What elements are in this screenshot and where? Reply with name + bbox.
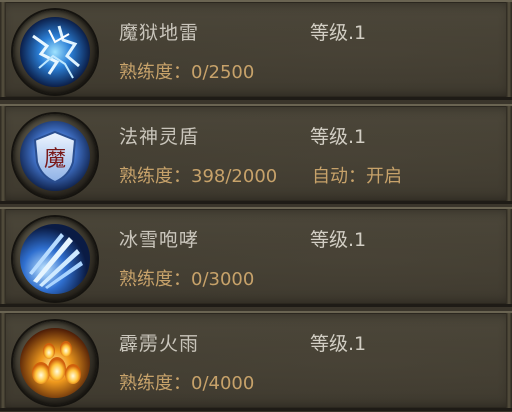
proficiency-value: 0/2500 bbox=[191, 62, 255, 83]
proficiency-label: 熟练度： bbox=[119, 62, 191, 83]
skill-row-magic-shield[interactable]: 魔 法神灵盾 等级.1 熟练度：398/2000 自动：开启 bbox=[0, 104, 512, 204]
fire-rain-icon bbox=[20, 328, 90, 398]
skill-name: 冰雪咆哮 bbox=[119, 229, 200, 251]
skill-proficiency: 熟练度：398/2000 bbox=[119, 162, 277, 188]
proficiency-value: 0/4000 bbox=[191, 373, 255, 394]
lightning-icon bbox=[20, 17, 90, 87]
skill-level: 等级.1 bbox=[310, 229, 367, 251]
skill-name: 法神灵盾 bbox=[119, 126, 200, 148]
proficiency-label: 熟练度： bbox=[119, 373, 191, 394]
skill-level: 等级.1 bbox=[310, 126, 367, 148]
proficiency-value: 398/2000 bbox=[191, 166, 278, 187]
skill-row-lightning-mine[interactable]: 魔狱地雷 等级.1 熟练度：0/2500 bbox=[0, 0, 512, 100]
skill-list: 魔狱地雷 等级.1 熟练度：0/2500 魔 法神灵盾 等级.1 熟练度：398… bbox=[0, 0, 512, 412]
proficiency-label: 熟练度： bbox=[119, 269, 191, 290]
skill-row-fire-rain[interactable]: 霹雳火雨 等级.1 熟练度：0/4000 bbox=[0, 311, 512, 411]
ice-shards-icon bbox=[20, 224, 90, 294]
skill-proficiency: 熟练度：0/2500 bbox=[119, 58, 254, 84]
skill-level: 等级.1 bbox=[310, 333, 367, 355]
magic-shield-icon: 魔 bbox=[20, 121, 90, 191]
auto-value: 开启 bbox=[366, 166, 402, 187]
auto-label: 自动： bbox=[312, 166, 366, 187]
skill-icon-frame[interactable] bbox=[13, 321, 97, 405]
skill-level: 等级.1 bbox=[310, 22, 367, 44]
proficiency-value: 0/3000 bbox=[191, 269, 255, 290]
skill-name: 魔狱地雷 bbox=[119, 22, 200, 44]
skill-proficiency: 熟练度：0/4000 bbox=[119, 369, 254, 395]
shield-glyph: 魔 bbox=[44, 147, 66, 172]
skill-icon-frame[interactable] bbox=[13, 10, 97, 94]
skill-proficiency: 熟练度：0/3000 bbox=[119, 265, 254, 291]
skill-name: 霹雳火雨 bbox=[119, 333, 200, 355]
skill-icon-frame[interactable]: 魔 bbox=[13, 114, 97, 198]
proficiency-label: 熟练度： bbox=[119, 166, 191, 187]
skill-icon-frame[interactable] bbox=[13, 217, 97, 301]
skill-row-ice-roar[interactable]: 冰雪咆哮 等级.1 熟练度：0/3000 bbox=[0, 207, 512, 307]
auto-cast-toggle[interactable]: 自动：开启 bbox=[312, 162, 402, 188]
